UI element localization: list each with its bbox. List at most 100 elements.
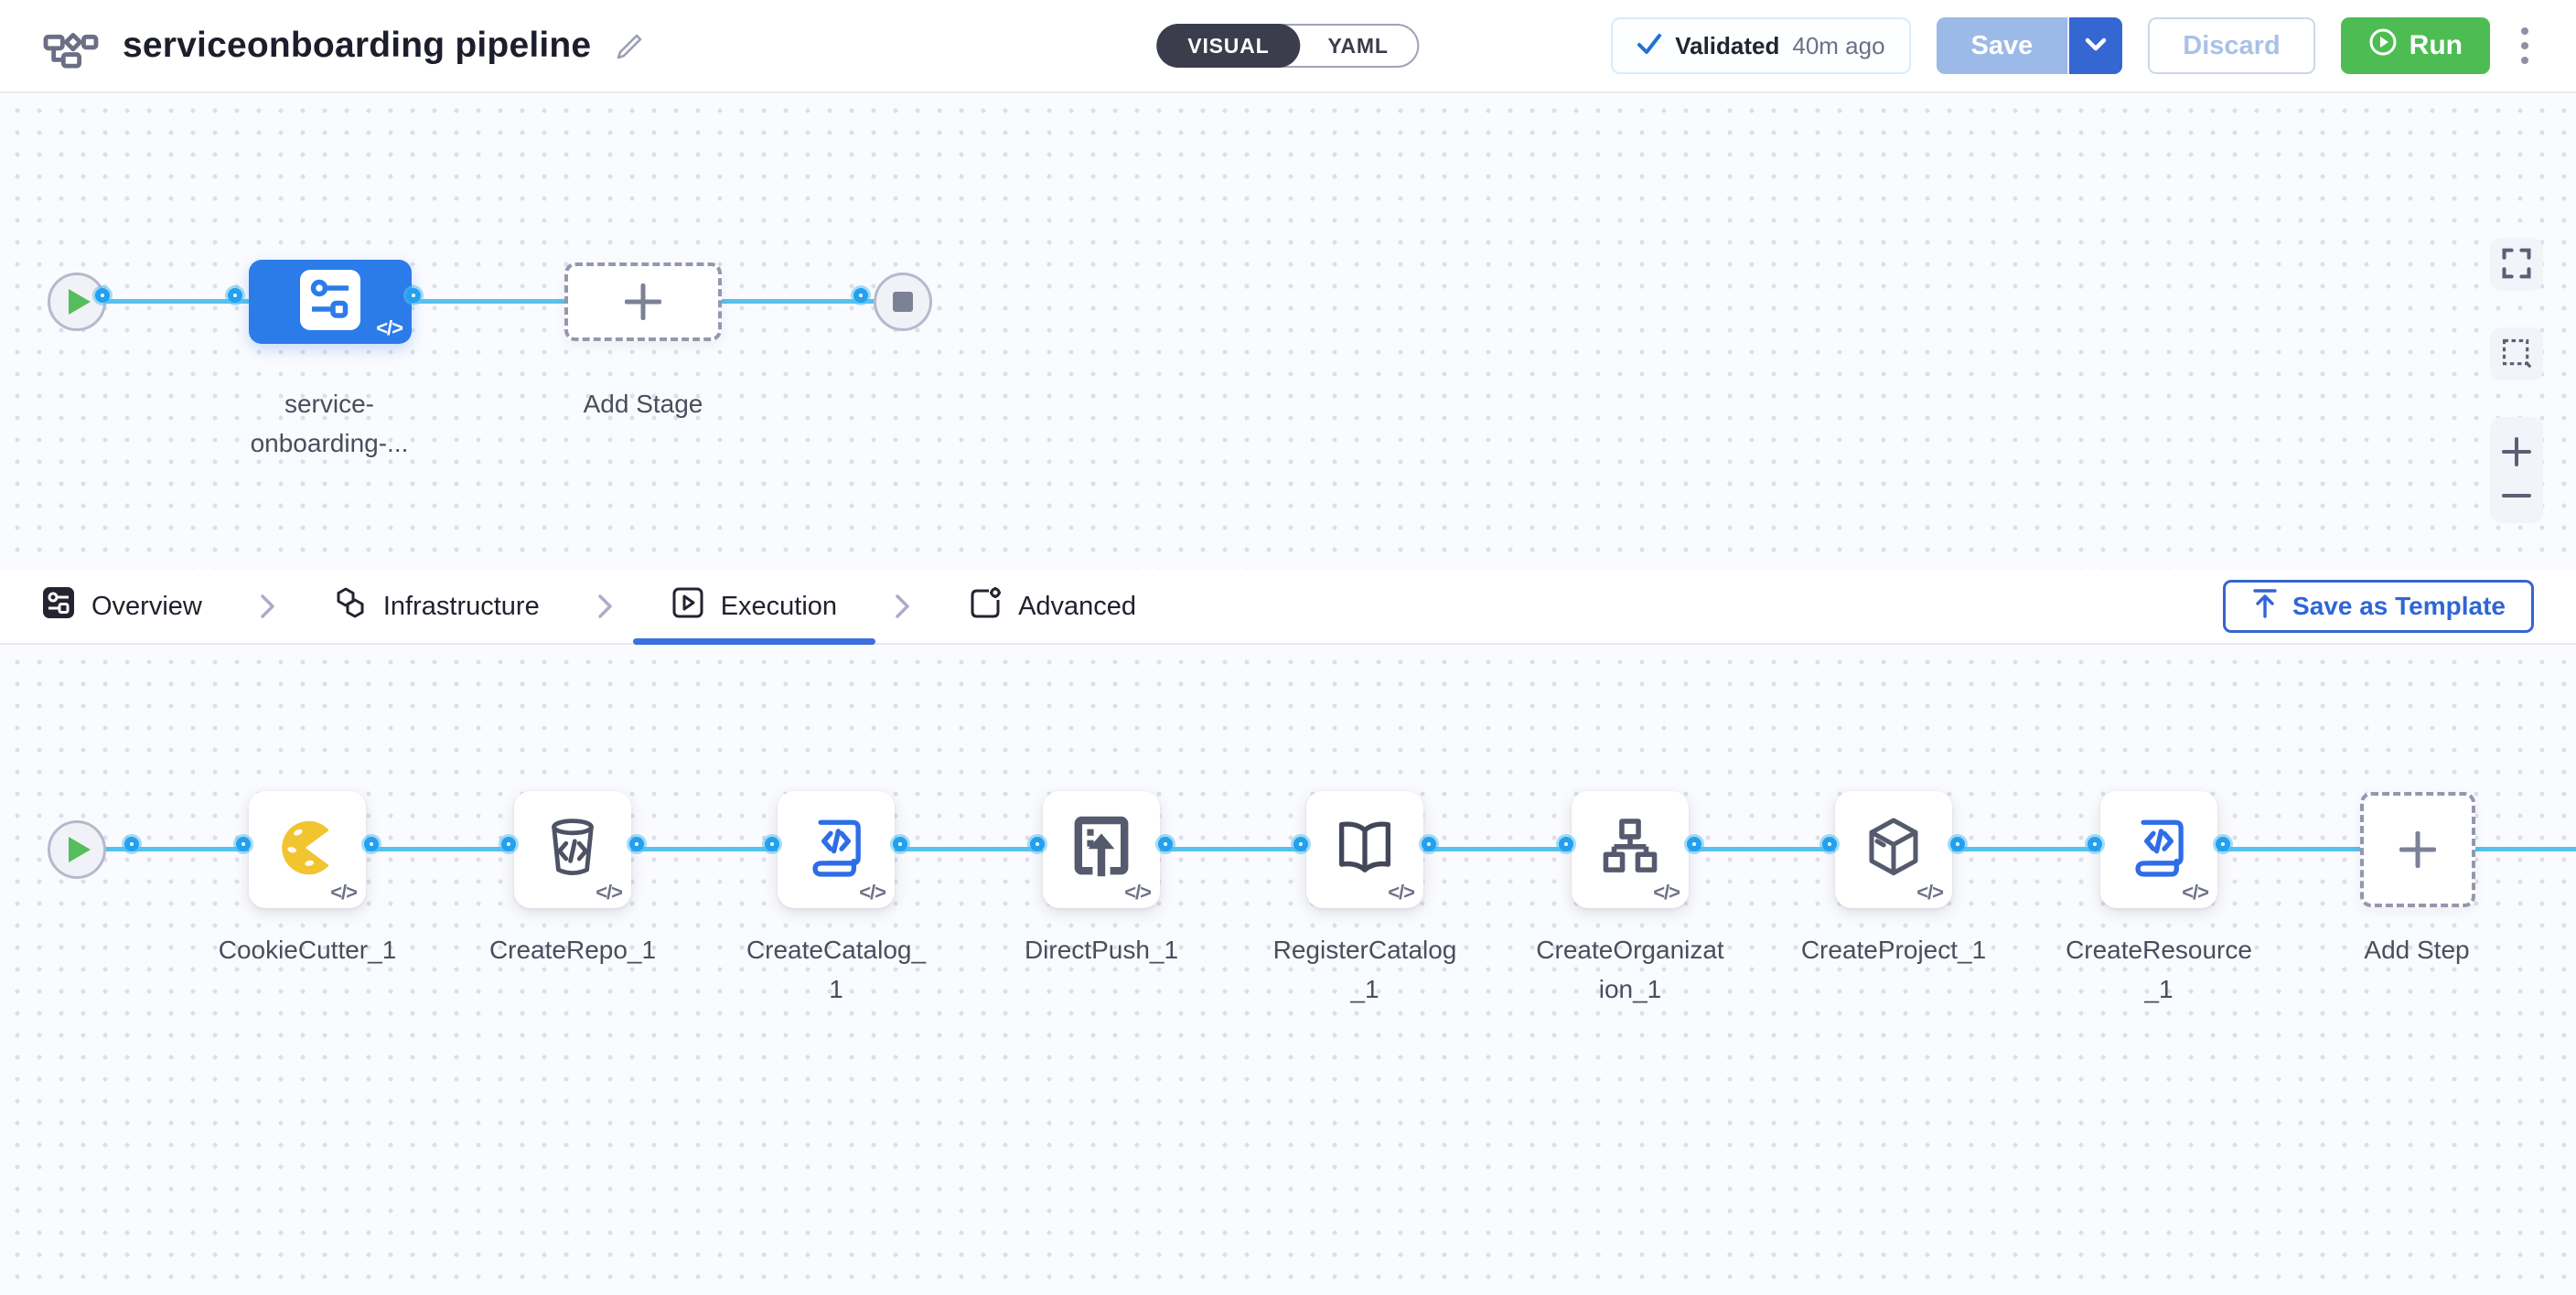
check-icon [1637,32,1662,60]
toggle-yaml[interactable]: YAML [1296,24,1419,68]
port[interactable] [124,837,139,851]
pipeline-header: serviceonboarding pipeline VISUAL YAML V… [0,0,2576,93]
port[interactable] [501,837,516,851]
step-label: CreateOrganization_1 [1536,930,1724,1010]
add-stage-button[interactable] [564,262,722,341]
port[interactable] [2216,837,2230,851]
execution-start-node[interactable] [48,820,106,879]
chevron-down-icon [2085,37,2107,56]
yaml-code-glyph: </> [2182,881,2208,904]
port[interactable] [364,837,379,851]
direct-push-icon [1070,815,1132,885]
step-label: CreateCatalog_1 [742,930,930,1010]
step-card-createcatalog[interactable]: </> [778,791,895,908]
fullscreen-icon [2500,247,2533,283]
port[interactable] [629,837,644,851]
step-label: CreateResource_1 [2065,930,2253,1010]
pipeline-end-node[interactable] [874,273,932,331]
port[interactable] [1158,837,1173,851]
start-play-icon [69,289,91,315]
stage-node-service-onboarding[interactable]: </> [249,260,412,344]
port[interactable] [406,288,421,303]
run-button[interactable]: Run [2341,17,2490,74]
step-label: CookieCutter_1 [213,930,402,969]
tab-infrastructure[interactable]: Infrastructure [334,570,540,643]
minus-icon [2501,490,2532,504]
select-area-button[interactable] [2490,327,2543,380]
advanced-icon [969,586,1002,626]
stage-pipeline-icon [300,270,360,335]
organization-tree-icon [1598,816,1662,884]
yaml-code-glyph: </> [596,881,622,904]
cookiecutter-icon [274,815,340,885]
yaml-code-glyph: </> [1388,881,1414,904]
add-step-label: Add Step [2325,930,2508,969]
discard-button[interactable]: Discard [2148,17,2314,74]
more-options-button[interactable] [2516,22,2534,70]
port[interactable] [1822,837,1837,851]
pipeline-graph-icon [42,19,99,73]
save-as-template-button[interactable]: Save as Template [2223,580,2534,633]
yaml-code-glyph: </> [1916,881,1943,904]
validated-badge[interactable]: Validated 40m ago [1611,17,1910,74]
step-label: DirectPush_1 [1007,930,1196,969]
step-card-createresource[interactable]: </> [2100,791,2217,908]
edit-title-button[interactable] [615,28,648,64]
step-card-cookiecutter[interactable]: </> [249,791,366,908]
tab-advanced[interactable]: Advanced [969,570,1136,643]
step-label: CreateProject_1 [1799,930,1988,969]
execution-canvas[interactable]: </> </> [0,645,2576,1295]
step-card-createorganization[interactable]: </> [1572,791,1689,908]
port[interactable] [1950,837,1965,851]
port[interactable] [95,288,110,303]
tab-overview[interactable]: Overview [42,570,202,643]
zoom-in-button[interactable] [2496,435,2538,471]
step-card-registercatalog[interactable]: </> [1306,791,1423,908]
pipeline-start-node[interactable] [48,273,106,331]
port[interactable] [1293,837,1308,851]
port[interactable] [765,837,779,851]
upload-template-icon [2251,588,2279,626]
add-step-button[interactable] [2360,792,2475,907]
yaml-code-glyph: </> [1124,881,1151,904]
fit-to-screen-button[interactable] [2490,238,2543,291]
tab-execution[interactable]: Execution [671,570,837,643]
save-split-button: Save [1937,17,2123,74]
port[interactable] [1559,837,1573,851]
zoom-out-button[interactable] [2496,489,2538,505]
step-card-createproject[interactable]: </> [1835,791,1952,908]
port[interactable] [853,288,868,303]
port[interactable] [2088,837,2102,851]
plus-icon [2399,831,2436,868]
port[interactable] [228,288,242,303]
pencil-icon [615,28,648,64]
project-cube-icon [1862,815,1926,885]
chevron-right-icon [259,593,277,620]
chevron-right-icon [596,593,615,620]
save-button[interactable]: Save [1937,17,2068,74]
port[interactable] [1687,837,1701,851]
yaml-code-glyph: </> [1653,881,1680,904]
port[interactable] [1422,837,1436,851]
step-card-createrepo[interactable]: </> [514,791,631,908]
step-card-directpush[interactable]: </> [1043,791,1160,908]
port[interactable] [1030,837,1045,851]
stage-label: service-onboarding-... [242,384,416,464]
start-play-icon [69,837,91,862]
canvas-controls [2490,238,2543,523]
run-play-icon [2368,27,2398,64]
add-stage-label: Add Stage [552,384,735,423]
stage-connector-line [77,299,903,304]
stage-canvas[interactable]: </> service-onboarding-... Add Stage [0,93,2576,570]
save-dropdown-button[interactable] [2067,17,2122,74]
visual-yaml-toggle: VISUAL YAML [1156,24,1419,68]
stage-config-tabbar: Overview Infrastructure Execut [0,570,2576,645]
port[interactable] [236,837,251,851]
yaml-code-glyph: </> [330,881,357,904]
overview-icon [42,586,75,626]
toggle-visual[interactable]: VISUAL [1156,24,1300,68]
open-book-icon [1333,818,1397,883]
run-label: Run [2410,30,2463,61]
port[interactable] [893,837,907,851]
plus-icon [2501,436,2532,470]
